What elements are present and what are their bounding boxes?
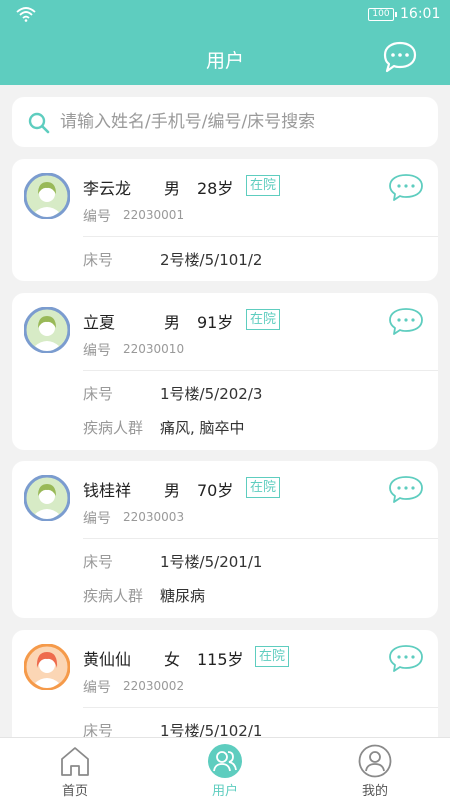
disease-value: 痛风, 脑卒中 <box>160 419 245 437</box>
search-icon <box>28 112 50 134</box>
home-icon <box>61 747 89 776</box>
tab-label: 首页 <box>61 784 88 799</box>
divider <box>83 538 438 539</box>
patient-gender: 男 <box>164 179 181 198</box>
message-icon[interactable] <box>388 307 424 335</box>
patient-card[interactable]: 李云龙 男 28岁 在院 编号 22030001 床号 2号楼/5/101/2 <box>12 159 438 281</box>
disease-label: 疾病人群 <box>83 419 144 437</box>
wifi-icon <box>16 7 36 22</box>
patient-id: 22030002 <box>123 679 185 693</box>
divider <box>83 707 438 708</box>
patient-card[interactable]: 黄仙仙 女 115岁 在院 编号 22030002 床号 1号楼/5/102/1 <box>12 630 438 752</box>
avatar <box>24 475 70 521</box>
id-label: 编号 <box>83 511 111 527</box>
tab-label: 我的 <box>361 784 388 799</box>
avatar <box>24 173 70 219</box>
status-badge: 在院 <box>246 175 281 196</box>
patient-card[interactable]: 立夏 男 91岁 在院 编号 22030010 床号 1号楼/5/202/3 疾… <box>12 293 438 450</box>
patient-age: 28岁 <box>197 179 234 198</box>
app-header: 用户 <box>0 30 450 85</box>
divider <box>83 236 438 237</box>
message-icon[interactable] <box>388 475 424 503</box>
tab-users[interactable]: 用户 <box>180 738 270 800</box>
patient-id: 22030010 <box>123 342 185 356</box>
chat-icon[interactable] <box>382 41 418 75</box>
message-icon[interactable] <box>388 644 424 672</box>
avatar <box>24 307 70 353</box>
message-icon[interactable] <box>388 173 424 201</box>
bed-label: 床号 <box>83 251 114 269</box>
id-label: 编号 <box>83 680 111 696</box>
disease-value: 糖尿病 <box>160 587 206 605</box>
bed-value: 1号楼/5/202/3 <box>160 385 263 403</box>
patient-name: 李云龙 <box>83 179 132 198</box>
patient-card[interactable]: 钱桂祥 男 70岁 在院 编号 22030003 床号 1号楼/5/201/1 … <box>12 461 438 618</box>
users-icon <box>208 744 242 778</box>
tab-home[interactable]: 首页 <box>30 738 120 800</box>
status-badge: 在院 <box>246 477 281 498</box>
divider <box>83 370 438 371</box>
patient-gender: 男 <box>164 313 181 332</box>
search-input[interactable] <box>60 107 420 137</box>
disease-label: 疾病人群 <box>83 587 144 605</box>
patient-gender: 女 <box>164 650 181 669</box>
search-bar <box>12 97 438 147</box>
bed-label: 床号 <box>83 385 114 403</box>
status-badge: 在院 <box>255 646 290 667</box>
profile-icon <box>358 744 392 778</box>
bed-value: 1号楼/5/201/1 <box>160 553 263 571</box>
patient-name: 钱桂祥 <box>83 481 132 500</box>
status-badge: 在院 <box>246 309 281 330</box>
bed-label: 床号 <box>83 553 114 571</box>
patient-gender: 男 <box>164 481 181 500</box>
patient-id: 22030001 <box>123 208 185 222</box>
patient-name: 黄仙仙 <box>83 650 132 669</box>
id-label: 编号 <box>83 209 111 225</box>
status-bar: 100 16:01 <box>0 0 450 30</box>
avatar <box>24 644 70 690</box>
bottom-tab-bar: 首页 用户 我的 <box>0 737 450 800</box>
bed-value: 2号楼/5/101/2 <box>160 251 263 269</box>
patient-age: 91岁 <box>197 313 234 332</box>
status-time: 16:01 <box>400 6 441 22</box>
tab-profile[interactable]: 我的 <box>330 738 420 800</box>
tab-label: 用户 <box>211 784 238 799</box>
patient-id: 22030003 <box>123 510 185 524</box>
id-label: 编号 <box>83 343 111 359</box>
battery-indicator: 100 <box>368 8 397 21</box>
patient-age: 115岁 <box>197 650 244 669</box>
patient-name: 立夏 <box>83 313 116 332</box>
patient-age: 70岁 <box>197 481 234 500</box>
